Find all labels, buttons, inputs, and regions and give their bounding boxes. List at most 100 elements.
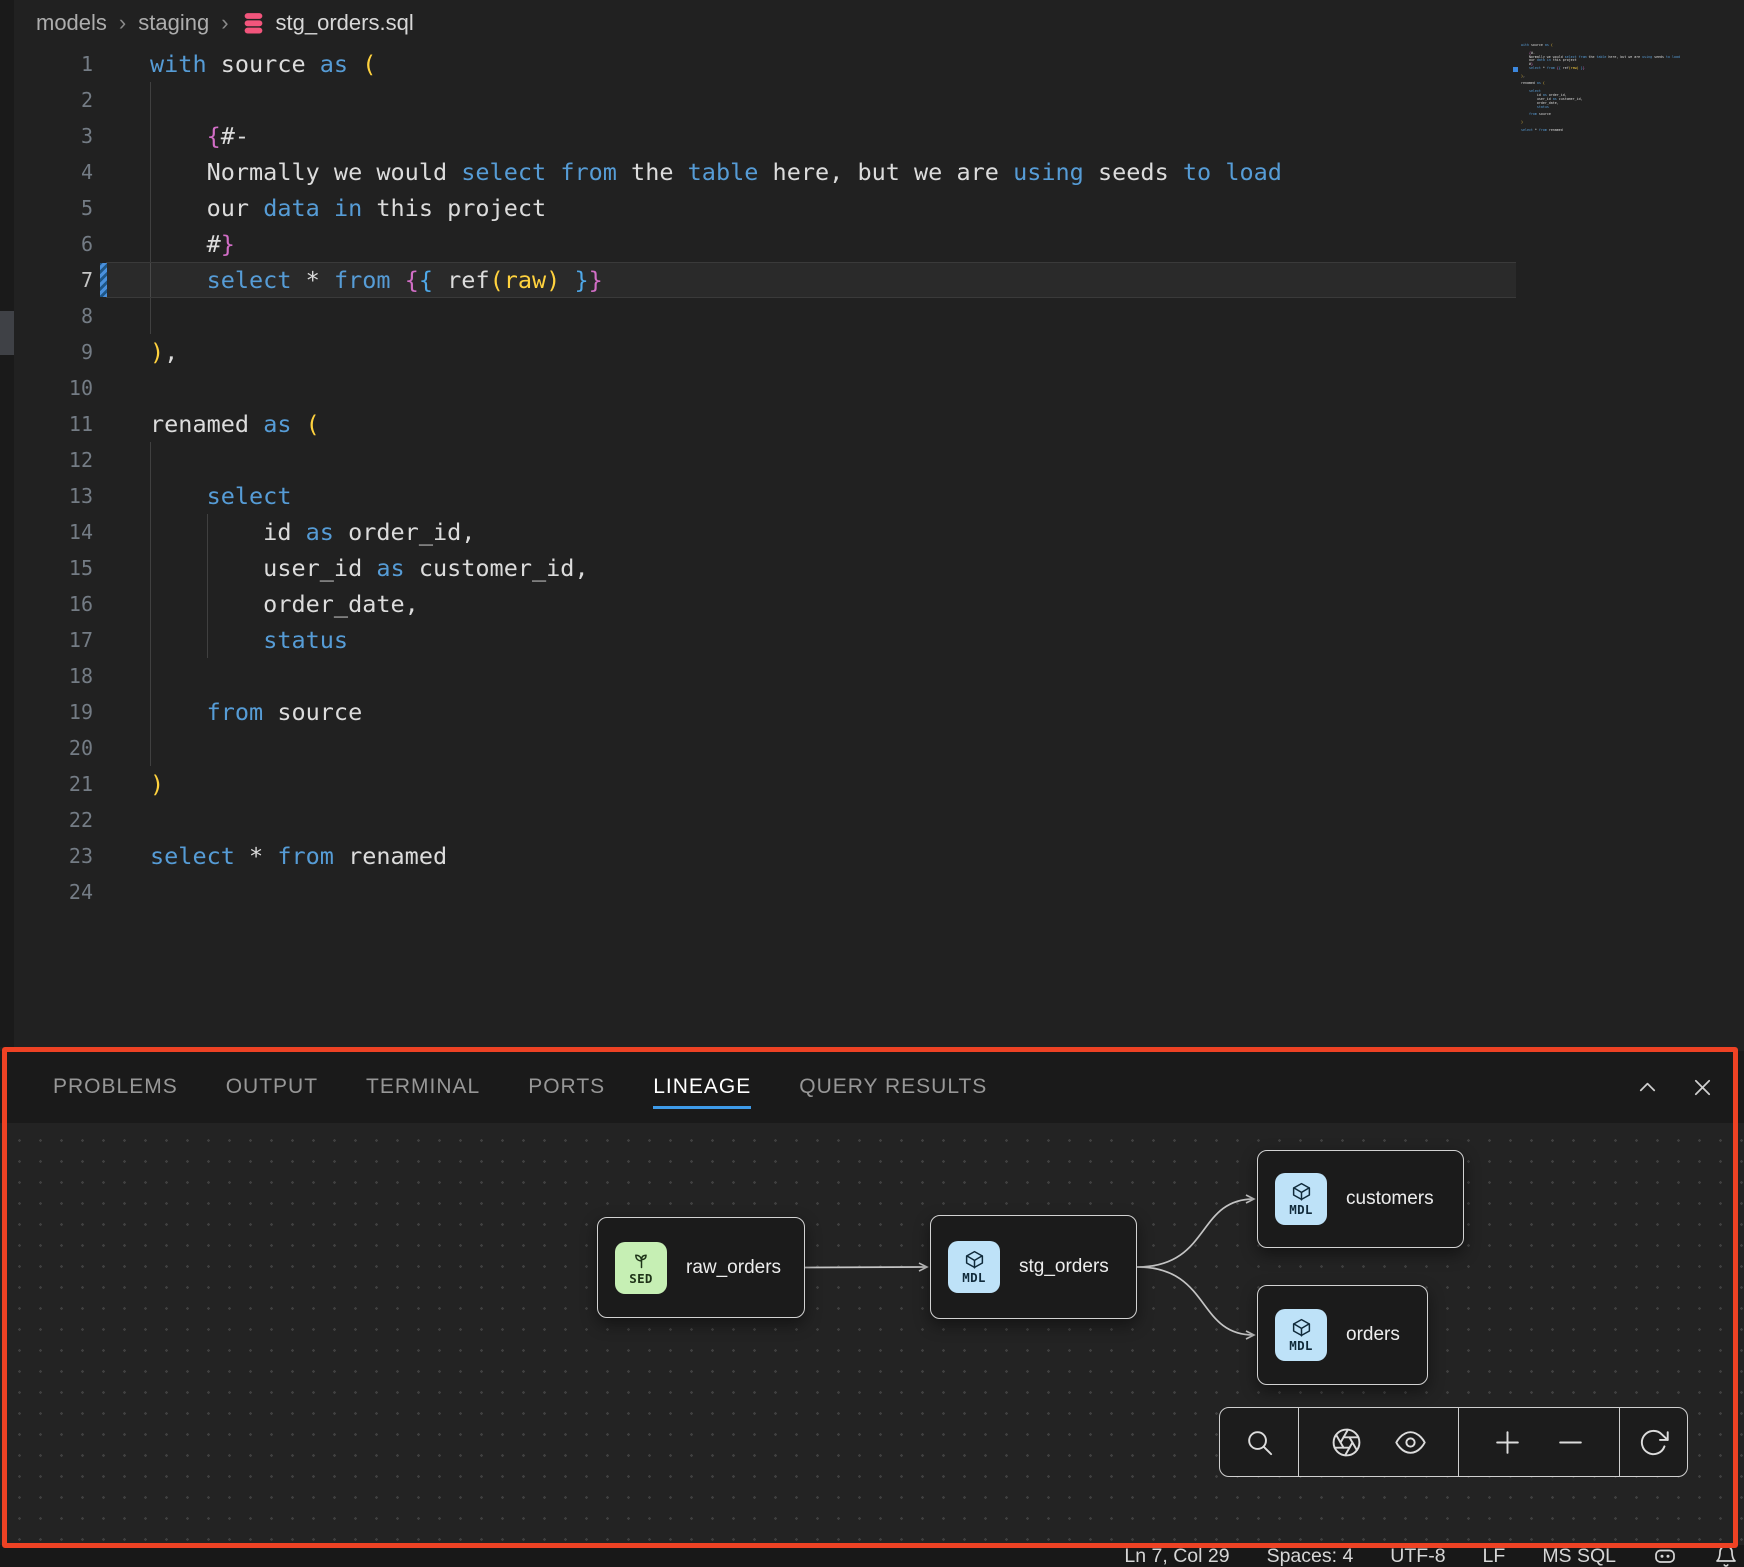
node-label: stg_orders xyxy=(1019,1256,1109,1278)
minimap[interactable]: with source as ( {#- Normally we would s… xyxy=(1512,36,1744,176)
left-strip xyxy=(0,0,14,1047)
code-text: status xyxy=(150,622,348,658)
copilot-icon[interactable] xyxy=(1653,1544,1677,1567)
code-line[interactable]: 8 xyxy=(14,298,1516,334)
code-line[interactable]: 17 status xyxy=(14,622,1516,658)
code-line[interactable]: 15 user_id as customer_id, xyxy=(14,550,1516,586)
status-item-spaces-4[interactable]: Spaces: 4 xyxy=(1267,1545,1354,1567)
code-lines[interactable]: 1with source as (23 {#-4 Normally we wou… xyxy=(14,46,1516,910)
tab-lineage[interactable]: LINEAGE xyxy=(653,1075,751,1109)
code-line[interactable]: 4 Normally we would select from the tabl… xyxy=(14,154,1516,190)
seedling-icon: SED xyxy=(615,1242,667,1294)
search-icon xyxy=(1244,1427,1275,1458)
refresh-icon xyxy=(1638,1427,1669,1458)
status-items: Ln 7, Col 29 Spaces: 4 UTF-8 LF MS SQL xyxy=(1124,1545,1616,1567)
code-line[interactable]: 1with source as ( xyxy=(14,46,1516,82)
editor-pane: models › staging › stg_orders.sql 1with … xyxy=(14,0,1744,1047)
cube-icon: MDL xyxy=(1275,1309,1327,1361)
line-number: 3 xyxy=(14,118,93,154)
search-button[interactable] xyxy=(1220,1408,1299,1476)
line-number: 22 xyxy=(14,802,93,838)
code-line[interactable]: 13 select xyxy=(14,478,1516,514)
code-text: user_id as customer_id, xyxy=(150,550,589,586)
code-line[interactable]: 3 {#- xyxy=(14,118,1516,154)
line-number: 15 xyxy=(14,550,93,586)
tab-query-results[interactable]: QUERY RESULTS xyxy=(799,1075,987,1099)
code-line[interactable]: 19 from source xyxy=(14,694,1516,730)
node-badge: MDL xyxy=(962,1270,985,1285)
minimap-line xyxy=(1521,132,1680,136)
code-line[interactable]: 23select * from renamed xyxy=(14,838,1516,874)
status-item-utf-8[interactable]: UTF-8 xyxy=(1390,1545,1445,1567)
lineage-canvas[interactable] xyxy=(0,1123,1744,1545)
code-line[interactable]: 20 xyxy=(14,730,1516,766)
node-badge: MDL xyxy=(1289,1338,1312,1353)
lineage-node-stg_orders[interactable]: MDL stg_orders xyxy=(930,1215,1137,1319)
close-icon[interactable] xyxy=(1691,1076,1714,1099)
code-line[interactable]: 16 order_date, xyxy=(14,586,1516,622)
code-line[interactable]: 12 xyxy=(14,442,1516,478)
line-number: 24 xyxy=(14,874,93,910)
status-bar: Ln 7, Col 29 Spaces: 4 UTF-8 LF MS SQL xyxy=(0,1545,1744,1567)
line-number: 18 xyxy=(14,658,93,694)
lineage-node-raw_orders[interactable]: SEDraw_orders xyxy=(597,1217,805,1318)
code-line[interactable]: 2 xyxy=(14,82,1516,118)
code-line[interactable]: 9), xyxy=(14,334,1516,370)
breadcrumb-item-staging[interactable]: staging xyxy=(138,10,209,36)
line-number: 13 xyxy=(14,478,93,514)
breadcrumb: models › staging › stg_orders.sql xyxy=(14,0,1744,46)
code-text: select * from {{ ref(raw) }} xyxy=(150,262,603,298)
code-line[interactable]: 21) xyxy=(14,766,1516,802)
lineage-node-customers[interactable]: MDL customers xyxy=(1257,1150,1464,1248)
code-line[interactable]: 10 xyxy=(14,370,1516,406)
line-number: 5 xyxy=(14,190,93,226)
chevron-right-icon: › xyxy=(117,10,128,36)
tab-terminal[interactable]: TERMINAL xyxy=(366,1075,480,1099)
chevron-up-icon[interactable] xyxy=(1636,1076,1659,1099)
tab-ports[interactable]: PORTS xyxy=(528,1075,605,1099)
panel-actions xyxy=(1636,1076,1714,1099)
aperture-icon[interactable] xyxy=(1331,1427,1362,1458)
code-line[interactable]: 22 xyxy=(14,802,1516,838)
code-line[interactable]: 7 select * from {{ ref(raw) }} xyxy=(14,262,1516,298)
scrollbar-handle[interactable] xyxy=(0,311,14,355)
line-number: 9 xyxy=(14,334,93,370)
plus-icon[interactable] xyxy=(1492,1427,1523,1458)
code-line[interactable]: 18 xyxy=(14,658,1516,694)
cube-icon xyxy=(1291,1181,1312,1202)
status-item-ms-sql[interactable]: MS SQL xyxy=(1542,1545,1616,1567)
cube-icon: MDL xyxy=(1275,1173,1327,1225)
line-number: 16 xyxy=(14,586,93,622)
line-number: 8 xyxy=(14,298,93,334)
code-line[interactable]: 24 xyxy=(14,874,1516,910)
refresh-button[interactable] xyxy=(1620,1408,1686,1476)
code-line[interactable]: 6 #} xyxy=(14,226,1516,262)
code-line[interactable]: 11renamed as ( xyxy=(14,406,1516,442)
tab-output[interactable]: OUTPUT xyxy=(226,1075,318,1099)
cube-icon xyxy=(1291,1317,1312,1338)
vscode-window: models › staging › stg_orders.sql 1with … xyxy=(0,0,1744,1567)
tab-problems[interactable]: PROBLEMS xyxy=(53,1075,178,1099)
line-number: 12 xyxy=(14,442,93,478)
status-item-lf[interactable]: LF xyxy=(1483,1545,1506,1567)
bell-icon[interactable] xyxy=(1714,1544,1738,1567)
status-item-ln-7-col-29[interactable]: Ln 7, Col 29 xyxy=(1124,1545,1229,1567)
cube-icon: MDL xyxy=(948,1241,1000,1293)
code-line[interactable]: 14 id as order_id, xyxy=(14,514,1516,550)
lineage-node-orders[interactable]: MDL orders xyxy=(1257,1285,1428,1385)
code-text: ), xyxy=(150,334,178,370)
breadcrumb-file[interactable]: stg_orders.sql xyxy=(276,10,414,36)
node-badge: SED xyxy=(629,1271,652,1286)
minimap-modified-marker xyxy=(1513,67,1518,72)
minus-icon[interactable] xyxy=(1555,1427,1586,1458)
chevron-right-icon: › xyxy=(219,10,230,36)
code-text: {#- xyxy=(150,118,249,154)
code-text: select xyxy=(150,478,291,514)
line-number: 23 xyxy=(14,838,93,874)
node-label: orders xyxy=(1346,1324,1400,1346)
breadcrumb-item-models[interactable]: models xyxy=(36,10,107,36)
node-label: customers xyxy=(1346,1188,1434,1210)
eye-icon[interactable] xyxy=(1395,1427,1426,1458)
minimap-code: with source as ( {#- Normally we would s… xyxy=(1521,44,1680,136)
code-line[interactable]: 5 our data in this project xyxy=(14,190,1516,226)
